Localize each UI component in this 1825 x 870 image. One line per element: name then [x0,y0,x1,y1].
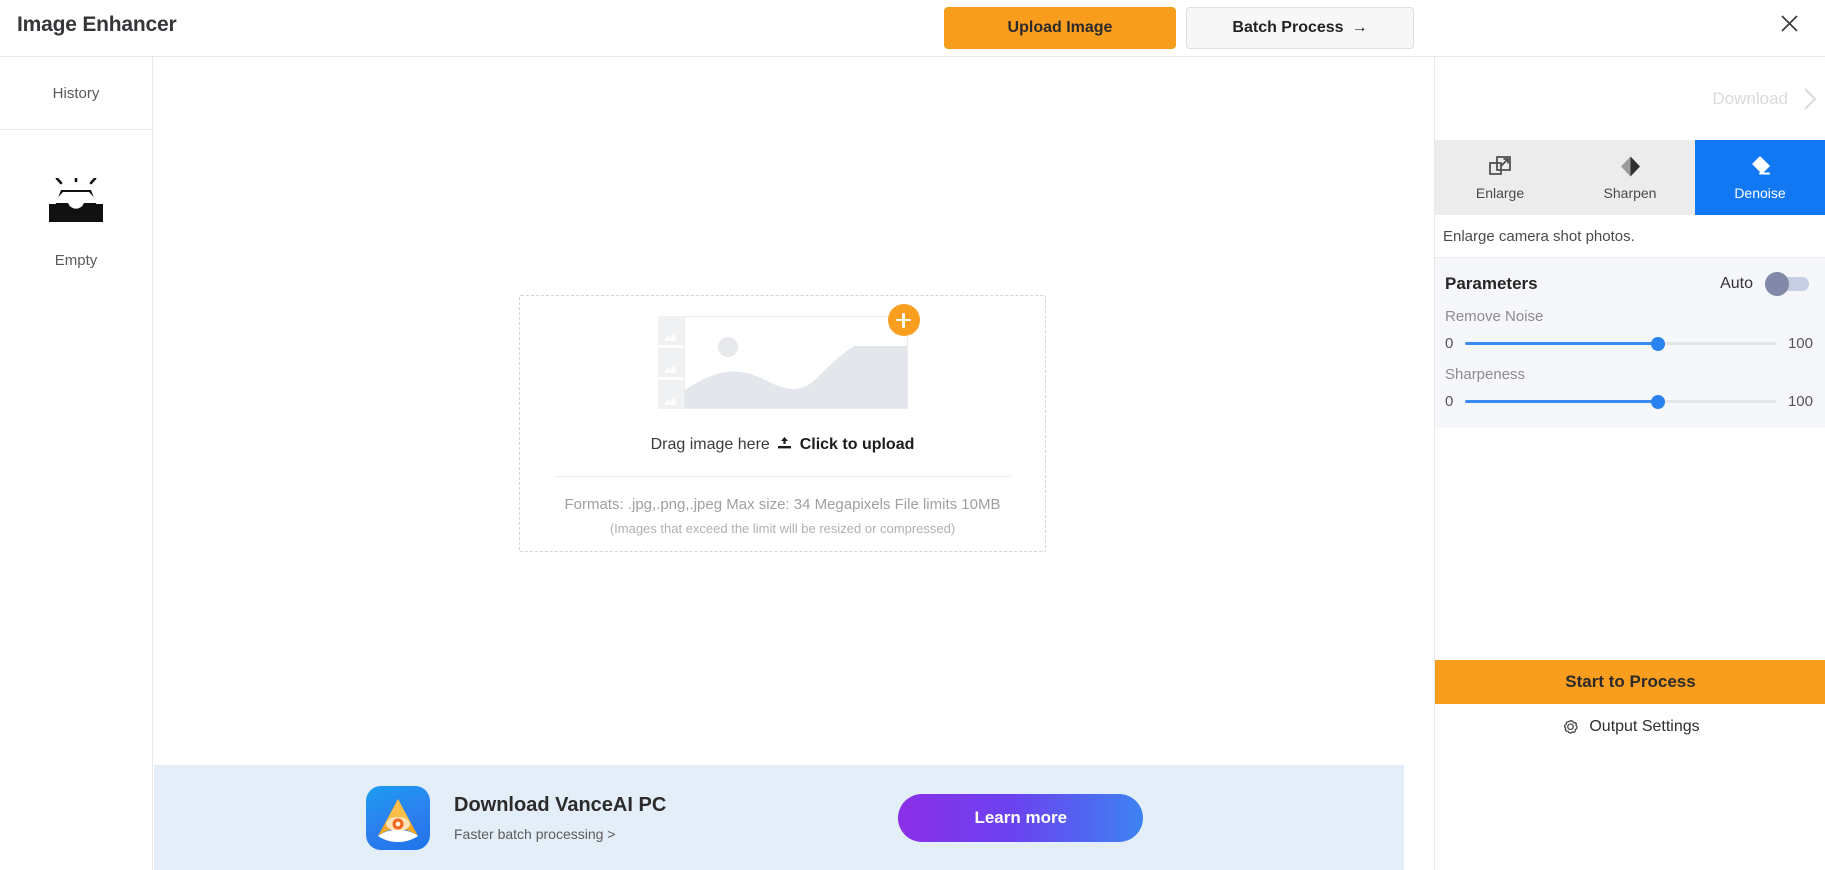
batch-process-label: Batch Process [1232,19,1344,36]
promo-banner: Download VanceAI PC Faster batch process… [154,765,1404,870]
placeholder-photo [683,316,908,409]
denoise-eraser-icon [1748,154,1772,178]
parameters-section: Parameters Auto Remove Noise 0 100 Sharp… [1435,258,1825,428]
dropzone-note-text: (Images that exceed the limit will be re… [609,521,956,536]
auto-label: Auto [1720,275,1753,292]
learn-more-button[interactable]: Learn more [898,793,1144,842]
banner-subtitle[interactable]: Faster batch processing > [454,826,666,842]
auto-toggle-group: Auto [1720,272,1809,296]
remove-noise-slider-row: 0 100 [1445,335,1813,352]
auto-toggle-knob [1765,272,1789,296]
enlarge-icon [1488,154,1512,178]
remove-noise-min: 0 [1445,335,1454,352]
sidebar-history-header: History [0,57,152,130]
tools-panel: Download Enlarge Sharpen Denoise Enlarge… [1434,57,1825,870]
chevron-right-icon [1804,87,1817,110]
thumbnail-item [657,380,684,409]
vanceai-logo-icon [366,785,430,850]
batch-process-button[interactable]: Batch Process → [1186,7,1414,49]
banner-text-block: Download VanceAI PC Faster batch process… [454,794,666,842]
sharpeness-slider-fill [1465,400,1658,403]
inbox-empty-icon [49,178,103,222]
workspace-canvas: Drag image here Click to upload Formats:… [154,57,1404,765]
tool-description: Enlarge camera shot photos. [1435,215,1825,258]
gear-icon [1564,719,1579,734]
remove-noise-slider-thumb[interactable] [1650,336,1665,351]
image-enhancer-app: Image Enhancer Upload Image Batch Proces… [0,0,1825,870]
sharpeness-max: 100 [1787,393,1813,410]
tab-enlarge[interactable]: Enlarge [1435,140,1565,215]
sharpeness-slider-thumb[interactable] [1650,394,1665,409]
parameters-header: Parameters Auto [1445,272,1813,296]
placeholder-landscape-icon [684,346,907,408]
tab-enlarge-label: Enlarge [1475,185,1525,201]
drag-image-label: Drag image here [650,436,770,453]
image-placeholder-illustration [657,304,920,409]
sharpen-icon [1619,154,1642,178]
start-to-process-button[interactable]: Start to Process [1435,660,1825,704]
sharpeness-slider[interactable] [1465,394,1776,409]
upload-icon [778,437,792,449]
download-button[interactable]: Download [1435,57,1825,140]
close-icon [1780,14,1798,32]
click-to-upload-label[interactable]: Click to upload [800,436,915,453]
image-dropzone[interactable]: Drag image here Click to upload Formats:… [519,295,1046,552]
arrow-right-icon: → [1351,19,1368,36]
tab-sharpen-label: Sharpen [1603,185,1657,201]
download-label: Download [1712,88,1788,108]
remove-noise-slider[interactable] [1465,336,1776,351]
thumbnail-item [657,348,684,377]
tab-sharpen[interactable]: Sharpen [1565,140,1695,215]
app-header: Image Enhancer Upload Image Batch Proces… [0,0,1825,57]
tab-denoise[interactable]: Denoise [1695,140,1825,215]
output-settings-label: Output Settings [1589,718,1700,735]
sharpeness-label: Sharpeness [1445,366,1526,383]
sidebar-history-label: History [52,84,100,102]
page-title: Image Enhancer [17,13,177,36]
history-sidebar: History Empty [0,57,153,870]
add-image-plus-icon[interactable] [887,304,920,336]
remove-noise-label: Remove Noise [1445,308,1544,325]
sharpeness-min: 0 [1445,393,1454,410]
thumbnail-item [657,316,684,345]
banner-title: Download VanceAI PC [454,793,667,816]
history-empty-state: Empty [0,178,152,269]
dropzone-formats-text: Formats: .jpg,.png,.jpeg Max size: 34 Me… [564,496,1001,513]
parameters-title: Parameters [1445,274,1538,293]
tool-tabs: Enlarge Sharpen Denoise [1435,140,1825,215]
history-empty-label: Empty [54,252,98,269]
output-settings-button[interactable]: Output Settings [1435,712,1825,742]
thumbnail-strip [657,316,684,409]
dropzone-instructions: Drag image here Click to upload [520,436,1045,454]
sharpeness-slider-row: 0 100 [1445,393,1813,410]
tab-denoise-label: Denoise [1734,185,1786,201]
close-button[interactable] [1772,6,1806,40]
remove-noise-max: 100 [1787,335,1813,352]
vanceai-logo-glyph [378,798,418,842]
remove-noise-slider-fill [1465,342,1658,345]
auto-toggle[interactable] [1765,272,1809,296]
dropzone-divider [556,476,1011,477]
upload-image-button[interactable]: Upload Image [944,7,1176,49]
